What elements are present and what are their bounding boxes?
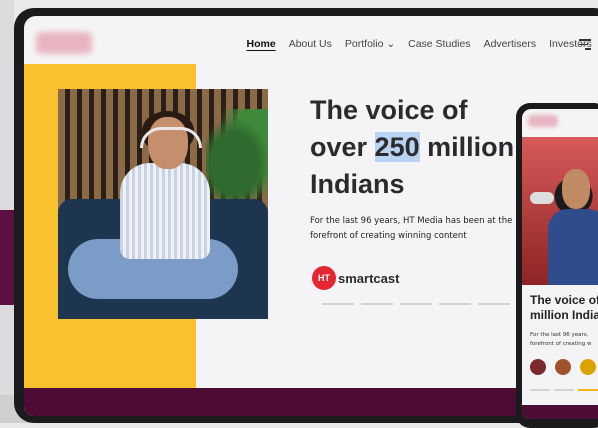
footer-purple-band bbox=[24, 388, 598, 416]
phone-brand-icons bbox=[530, 359, 596, 375]
headline-highlight: 250 bbox=[374, 132, 420, 162]
carousel-dot[interactable] bbox=[400, 303, 432, 305]
brand-thumb-icon[interactable] bbox=[555, 359, 571, 375]
carousel-dot[interactable] bbox=[439, 303, 471, 305]
ht-smartcast-logo[interactable]: HT smartcast bbox=[312, 266, 399, 290]
headphones-icon bbox=[140, 127, 202, 148]
phone-site-logo[interactable] bbox=[528, 115, 558, 127]
carousel-dot[interactable] bbox=[322, 303, 354, 305]
phone-screen: The voice of million Indian For the last… bbox=[522, 109, 598, 419]
subtext-line-2: forefront of creating winning content bbox=[310, 231, 467, 241]
smartcast-wordmark: smartcast bbox=[338, 270, 400, 286]
carousel-dot[interactable] bbox=[478, 303, 510, 305]
carousel-dot[interactable] bbox=[361, 303, 393, 305]
microphone-icon bbox=[530, 192, 554, 204]
nav-home[interactable]: Home bbox=[240, 38, 282, 50]
ht-badge: HT bbox=[312, 266, 336, 290]
brand-thumb-icon[interactable] bbox=[530, 359, 546, 375]
headline-line-2-post: million bbox=[419, 132, 515, 162]
hamburger-menu-icon[interactable] bbox=[579, 39, 591, 53]
main-nav: Home About Us Portfolio ⌄ Case Studies A… bbox=[240, 38, 598, 50]
carousel-dot-active[interactable] bbox=[578, 389, 598, 391]
phone-footer-band bbox=[522, 405, 598, 419]
nav-case-studies[interactable]: Case Studies bbox=[402, 38, 477, 50]
headline-line-3: Indians bbox=[310, 169, 405, 199]
phone-device: The voice of million Indian For the last… bbox=[516, 103, 598, 428]
phone-carousel-indicators bbox=[530, 389, 598, 391]
phone-subtext-line-1: For the last 96 years, bbox=[530, 332, 589, 338]
phone-subtext: For the last 96 years, forefront of crea… bbox=[530, 331, 598, 349]
nav-advertisers[interactable]: Advertisers bbox=[477, 38, 543, 50]
hero-subtext: For the last 96 years, HT Media has been… bbox=[310, 214, 550, 244]
subtext-line-1: For the last 96 years, HT Media has been… bbox=[310, 216, 513, 226]
phone-headline-line-2: million Indian bbox=[530, 308, 598, 322]
nav-about-us[interactable]: About Us bbox=[282, 38, 338, 50]
phone-headline-line-1: The voice of bbox=[530, 293, 598, 307]
phone-headline: The voice of million Indian bbox=[530, 293, 598, 323]
tablet-screen: Home About Us Portfolio ⌄ Case Studies A… bbox=[24, 16, 598, 416]
nav-portfolio[interactable]: Portfolio ⌄ bbox=[338, 38, 401, 50]
phone-hero-photo bbox=[522, 137, 598, 285]
phone-subtext-line-2: forefront of creating w bbox=[530, 341, 592, 347]
hero-photo bbox=[58, 89, 268, 319]
carousel-dot[interactable] bbox=[530, 389, 550, 391]
carousel-indicators bbox=[322, 303, 549, 305]
site-logo[interactable] bbox=[36, 32, 92, 54]
headline-line-1: The voice of bbox=[310, 95, 468, 125]
tablet-device: Home About Us Portfolio ⌄ Case Studies A… bbox=[14, 8, 598, 423]
brand-thumb-icon[interactable] bbox=[580, 359, 596, 375]
headline-line-2-pre: over bbox=[310, 132, 375, 162]
carousel-dot[interactable] bbox=[554, 389, 574, 391]
